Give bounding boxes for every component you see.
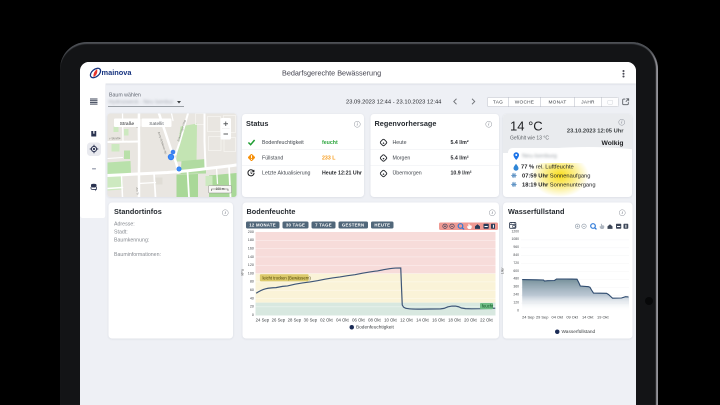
svg-text:Am Tr: Am Tr: [135, 187, 140, 195]
svg-text:leicht trocken (Bewässern): leicht trocken (Bewässern): [263, 275, 312, 280]
svg-text:feucht: feucht: [482, 303, 494, 308]
svg-text:100 m: 100 m: [216, 187, 225, 191]
svg-text:Satellit: Satellit: [149, 121, 164, 127]
svg-text:Straße: Straße: [120, 121, 135, 127]
svg-text:r-Straße: r-Straße: [109, 136, 120, 140]
